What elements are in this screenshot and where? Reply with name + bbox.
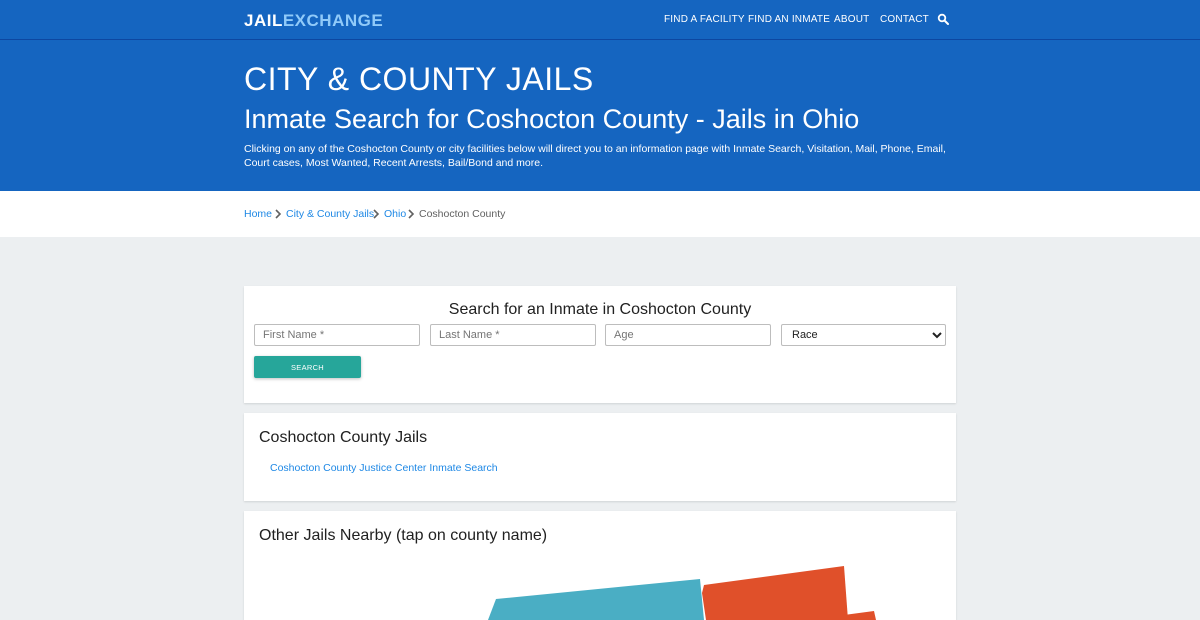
map-county-shape[interactable] [702, 566, 848, 620]
search-button[interactable]: SEARCH [254, 356, 361, 378]
breadcrumb-ohio[interactable]: Ohio [384, 208, 406, 220]
age-input[interactable] [605, 324, 771, 346]
map-county-shape[interactable] [488, 579, 704, 620]
logo-text-jail: JAIL [244, 11, 283, 30]
first-name-input[interactable] [254, 324, 420, 346]
nav-about[interactable]: ABOUT [834, 14, 869, 25]
nearby-jails-card: Other Jails Nearby (tap on county name) [244, 511, 956, 620]
chevron-right-icon [373, 209, 380, 219]
chevron-right-icon [408, 209, 415, 219]
hero-description: Clicking on any of the Coshocton County … [244, 143, 946, 169]
chevron-right-icon [275, 209, 282, 219]
breadcrumb-home[interactable]: Home [244, 208, 272, 220]
search-card-title: Search for an Inmate in Coshocton County [448, 301, 752, 318]
breadcrumb-current: Coshocton County [419, 208, 506, 220]
nav-find-an-inmate[interactable]: FIND AN INMATE [748, 14, 830, 25]
inmate-search-card: Search for an Inmate in Coshocton County… [244, 286, 956, 403]
top-navbar: JAILEXCHANGE FIND A FACILITY FIND AN INM… [0, 0, 1200, 40]
county-jails-card: Coshocton County Jails Coshocton County … [244, 413, 956, 501]
nav-find-a-facility[interactable]: FIND A FACILITY [664, 14, 745, 25]
hero-banner: CITY & COUNTY JAILS Inmate Search for Co… [0, 40, 1200, 191]
breadcrumb-city-county-jails[interactable]: City & County Jails [286, 208, 374, 220]
nearby-jails-heading: Other Jails Nearby (tap on county name) [259, 527, 548, 544]
page-title: Inmate Search for Coshocton County - Jai… [244, 104, 860, 134]
map-county-shape[interactable] [844, 611, 876, 620]
logo-text-exchange: EXCHANGE [282, 11, 384, 30]
nav-contact[interactable]: CONTACT [880, 14, 929, 25]
jail-link[interactable]: Coshocton County Justice Center Inmate S… [270, 462, 498, 474]
county-jails-heading: Coshocton County Jails [259, 429, 428, 446]
last-name-input[interactable] [430, 324, 596, 346]
race-select[interactable]: Race [781, 324, 946, 346]
nearby-counties-map [488, 566, 876, 620]
site-logo[interactable]: JAILEXCHANGE [244, 11, 383, 31]
search-icon[interactable] [937, 13, 949, 25]
breadcrumb: Home City & County Jails Ohio Coshocton … [0, 191, 1200, 237]
hero-kicker: CITY & COUNTY JAILS [244, 61, 594, 97]
